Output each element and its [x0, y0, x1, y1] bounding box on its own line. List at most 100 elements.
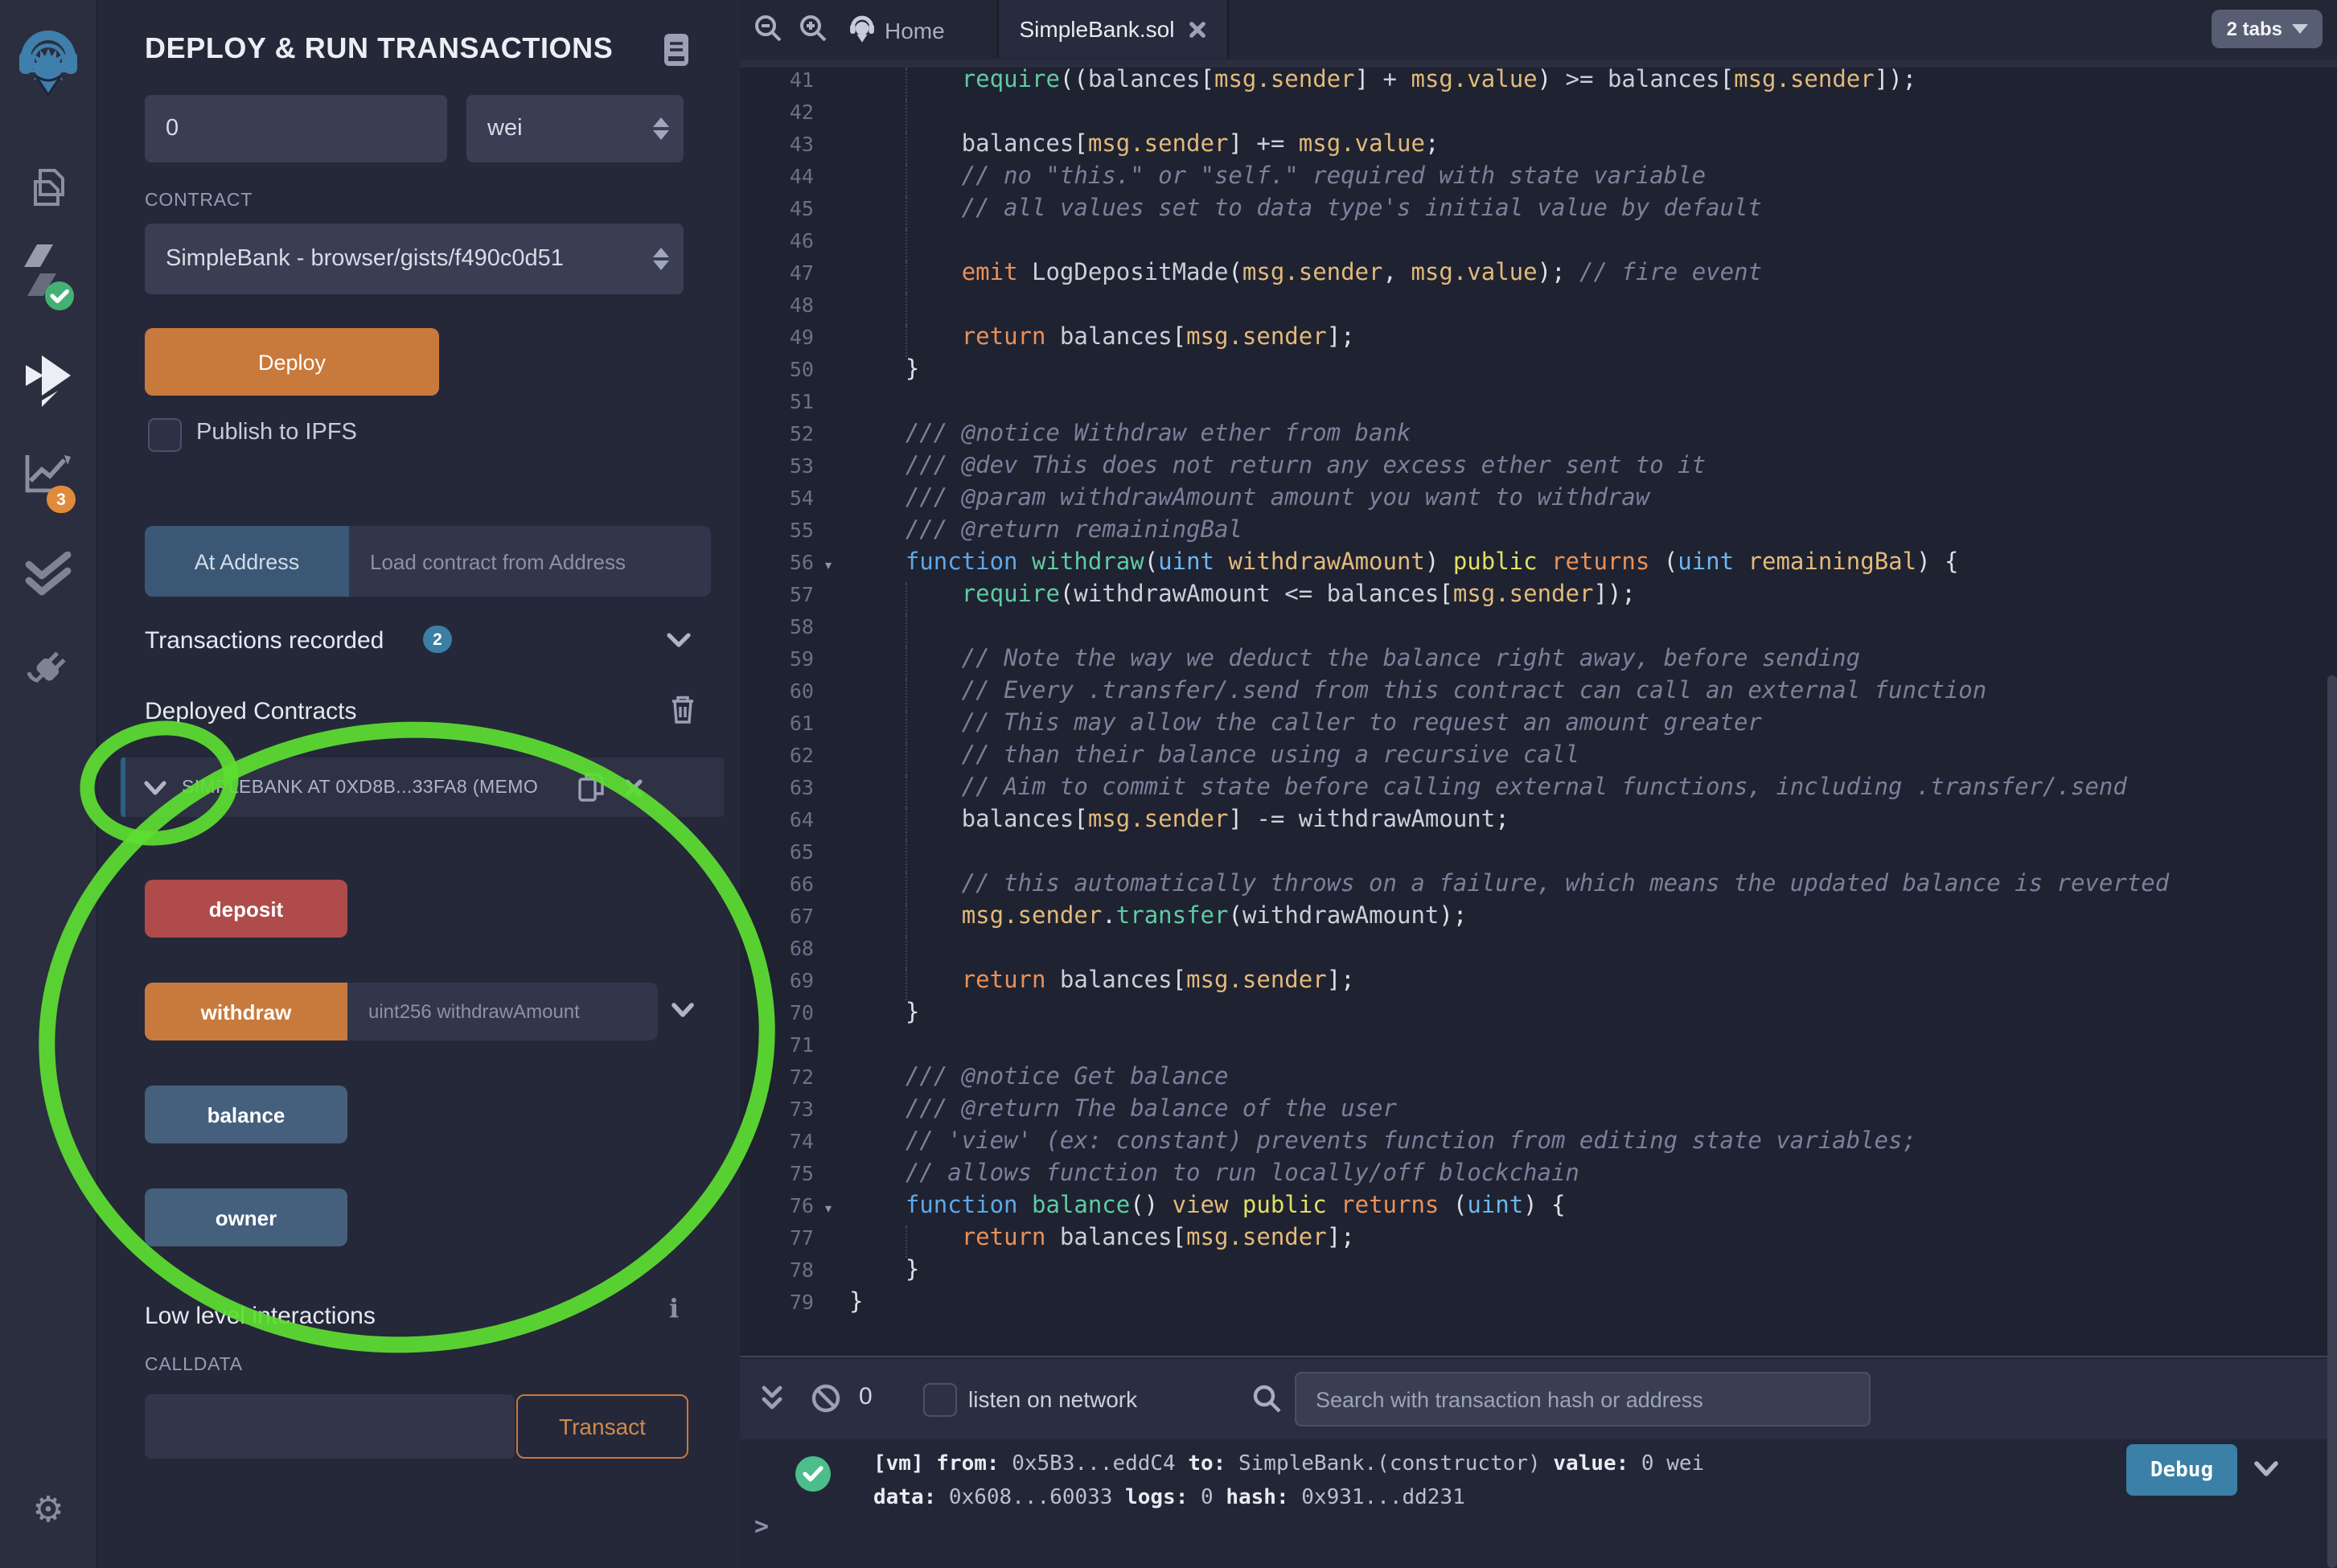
spinner-arrows-icon[interactable]	[653, 117, 669, 140]
publish-ipfs-label: Publish to IPFS	[196, 420, 357, 445]
listen-network-checkbox[interactable]	[923, 1383, 957, 1417]
zoom-in-icon[interactable]	[798, 13, 830, 45]
transact-button[interactable]: Transact	[516, 1394, 688, 1459]
deployed-instance-header[interactable]: SIMPLEBANK AT 0XD8B...33FA8 (MEMO	[121, 757, 724, 817]
code-line: 55 /// @return remainingBal	[740, 518, 2337, 550]
code-line: 58	[740, 614, 2337, 646]
contract-label: CONTRACT	[145, 191, 253, 211]
code-line: 79}	[740, 1290, 2337, 1322]
remix-ide-window: 3 ⚙ DEPLOY & RUN TRANSACTIONS	[0, 0, 2337, 1568]
search-icon	[1251, 1383, 1284, 1415]
tx-log-line2: data: 0x608...60033 logs: 0 hash: 0x931.…	[873, 1481, 1704, 1515]
code-line: 53 /// @dev This does not return any exc…	[740, 454, 2337, 486]
deployed-contracts-label: Deployed Contracts	[145, 698, 356, 725]
code-line: 68	[740, 936, 2337, 968]
unit-select[interactable]: wei	[466, 95, 684, 162]
code-line: 63 // Aim to commit state before calling…	[740, 775, 2337, 807]
code-line: 43 balances[msg.sender] += msg.value;	[740, 132, 2337, 164]
instance-expand-chevron-icon[interactable]	[143, 779, 167, 795]
terminal-toolbar: 0 listen on network Search with transact…	[740, 1359, 2337, 1439]
fold-marker-icon: ▾	[825, 1193, 849, 1225]
at-address-placeholder: Load contract from Address	[370, 549, 626, 573]
code-line: 69 return balances[msg.sender];	[740, 968, 2337, 1000]
publish-ipfs-checkbox[interactable]	[148, 418, 182, 452]
settings-gear-icon[interactable]: ⚙	[0, 1489, 97, 1531]
code-line: 54 /// @param withdrawAmount amount you …	[740, 486, 2337, 518]
analytics-badge: 3	[47, 486, 76, 513]
info-icon[interactable]: i	[669, 1293, 679, 1324]
tx-recorded-label: Transactions recorded	[145, 627, 384, 655]
deploy-run-icon[interactable]	[0, 354, 97, 408]
code-line: 44 // no "this." or "self." required wit…	[740, 164, 2337, 196]
withdraw-amount-input[interactable]: uint256 withdrawAmount	[347, 983, 658, 1041]
low-level-label: Low level interactions	[145, 1303, 376, 1330]
tab-simplebank[interactable]: SimpleBank.sol	[997, 0, 1229, 58]
calldata-input[interactable]	[145, 1394, 515, 1459]
code-line: 56▾ function withdraw(uint withdrawAmoun…	[740, 550, 2337, 582]
listen-network-label: listen on network	[968, 1386, 1137, 1412]
code-line: 65	[740, 839, 2337, 872]
icon-rail: 3 ⚙	[0, 0, 98, 1568]
clear-console-icon[interactable]	[811, 1383, 841, 1414]
tab-home-label: Home	[885, 17, 945, 43]
analytics-icon[interactable]: 3	[0, 452, 97, 497]
editor-scrollbar[interactable]	[2327, 675, 2337, 1568]
withdraw-expand-chevron-icon[interactable]	[671, 1002, 695, 1018]
fn-deposit-button[interactable]: deposit	[145, 880, 347, 938]
value-input[interactable]: 0	[145, 95, 447, 162]
unit-text: wei	[487, 116, 523, 142]
main-area: Home SimpleBank.sol 2 tabs 41 require((b…	[740, 0, 2337, 1568]
tab-file-label: SimpleBank.sol	[1020, 16, 1175, 42]
debugger-plug-icon[interactable]	[0, 645, 97, 693]
code-line: 64 balances[msg.sender] -= withdrawAmoun…	[740, 807, 2337, 839]
code-line: 42	[740, 100, 2337, 132]
zoom-out-icon[interactable]	[753, 13, 785, 45]
trash-icon[interactable]	[669, 693, 696, 725]
code-line: 72 /// @notice Get balance	[740, 1065, 2337, 1097]
contract-select-value: SimpleBank - browser/gists/f490c0d51	[166, 246, 648, 272]
tabs-count-button[interactable]: 2 tabs	[2212, 10, 2323, 48]
instance-close-icon[interactable]	[624, 778, 643, 797]
remix-logo	[0, 27, 97, 101]
terminal-prompt[interactable]: >	[754, 1512, 769, 1541]
at-address-input[interactable]: Load contract from Address	[349, 526, 711, 597]
file-explorer-icon[interactable]	[0, 167, 97, 212]
tab-close-icon[interactable]	[1189, 20, 1207, 38]
at-address-button[interactable]: At Address	[145, 526, 349, 597]
contract-select[interactable]: SimpleBank - browser/gists/f490c0d51	[145, 224, 684, 294]
deploy-run-panel: DEPLOY & RUN TRANSACTIONS 0 wei CONTRACT…	[98, 0, 740, 1568]
code-line: 46	[740, 228, 2337, 261]
solidity-compiler-icon[interactable]	[0, 241, 97, 318]
tx-log[interactable]: [vm] from: 0x5B3...eddC4 to: SimpleBank.…	[873, 1447, 1704, 1515]
withdraw-amount-placeholder: uint256 withdrawAmount	[368, 1000, 580, 1023]
chevron-down-icon	[2292, 24, 2308, 34]
code-line: 76▾ function balance() view public retur…	[740, 1193, 2337, 1225]
static-analysis-icon[interactable]	[0, 552, 97, 600]
current-line-highlight	[740, 60, 2337, 68]
copy-icon[interactable]	[577, 772, 605, 802]
code-editor[interactable]: 41 require((balances[msg.sender] + msg.v…	[740, 60, 2337, 1356]
tx-expand-chevron-icon[interactable]	[2253, 1460, 2279, 1478]
fn-owner-button[interactable]: owner	[145, 1188, 347, 1246]
code-line: 49 return balances[msg.sender];	[740, 325, 2337, 357]
tx-recorded-chevron-icon[interactable]	[666, 632, 692, 648]
tab-home[interactable]: Home	[833, 0, 961, 60]
expand-terminal-icon[interactable]	[759, 1385, 785, 1414]
code-lines: 41 require((balances[msg.sender] + msg.v…	[740, 68, 2337, 1322]
spinner-arrows-icon[interactable]	[653, 248, 669, 270]
terminal-search-input[interactable]: Search with transaction hash or address	[1295, 1372, 1871, 1426]
fn-withdraw-button[interactable]: withdraw	[145, 983, 347, 1041]
code-line: 60 // Every .transfer/.send from this co…	[740, 679, 2337, 711]
code-line: 57 require(withdrawAmount <= balances[ms…	[740, 582, 2337, 614]
plugin-doc-icon[interactable]	[664, 34, 688, 66]
code-line: 62 // than their balance using a recursi…	[740, 743, 2337, 775]
code-line: 71	[740, 1032, 2337, 1065]
debug-button[interactable]: Debug	[2126, 1444, 2237, 1496]
deploy-button[interactable]: Deploy	[145, 328, 439, 396]
code-line: 61 // This may allow the caller to reque…	[740, 711, 2337, 743]
code-line: 70 }	[740, 1000, 2337, 1032]
tx-recorded-badge: 2	[423, 626, 452, 653]
calldata-label: CALLDATA	[145, 1356, 243, 1375]
code-line: 50 }	[740, 357, 2337, 389]
fn-balance-button[interactable]: balance	[145, 1086, 347, 1143]
